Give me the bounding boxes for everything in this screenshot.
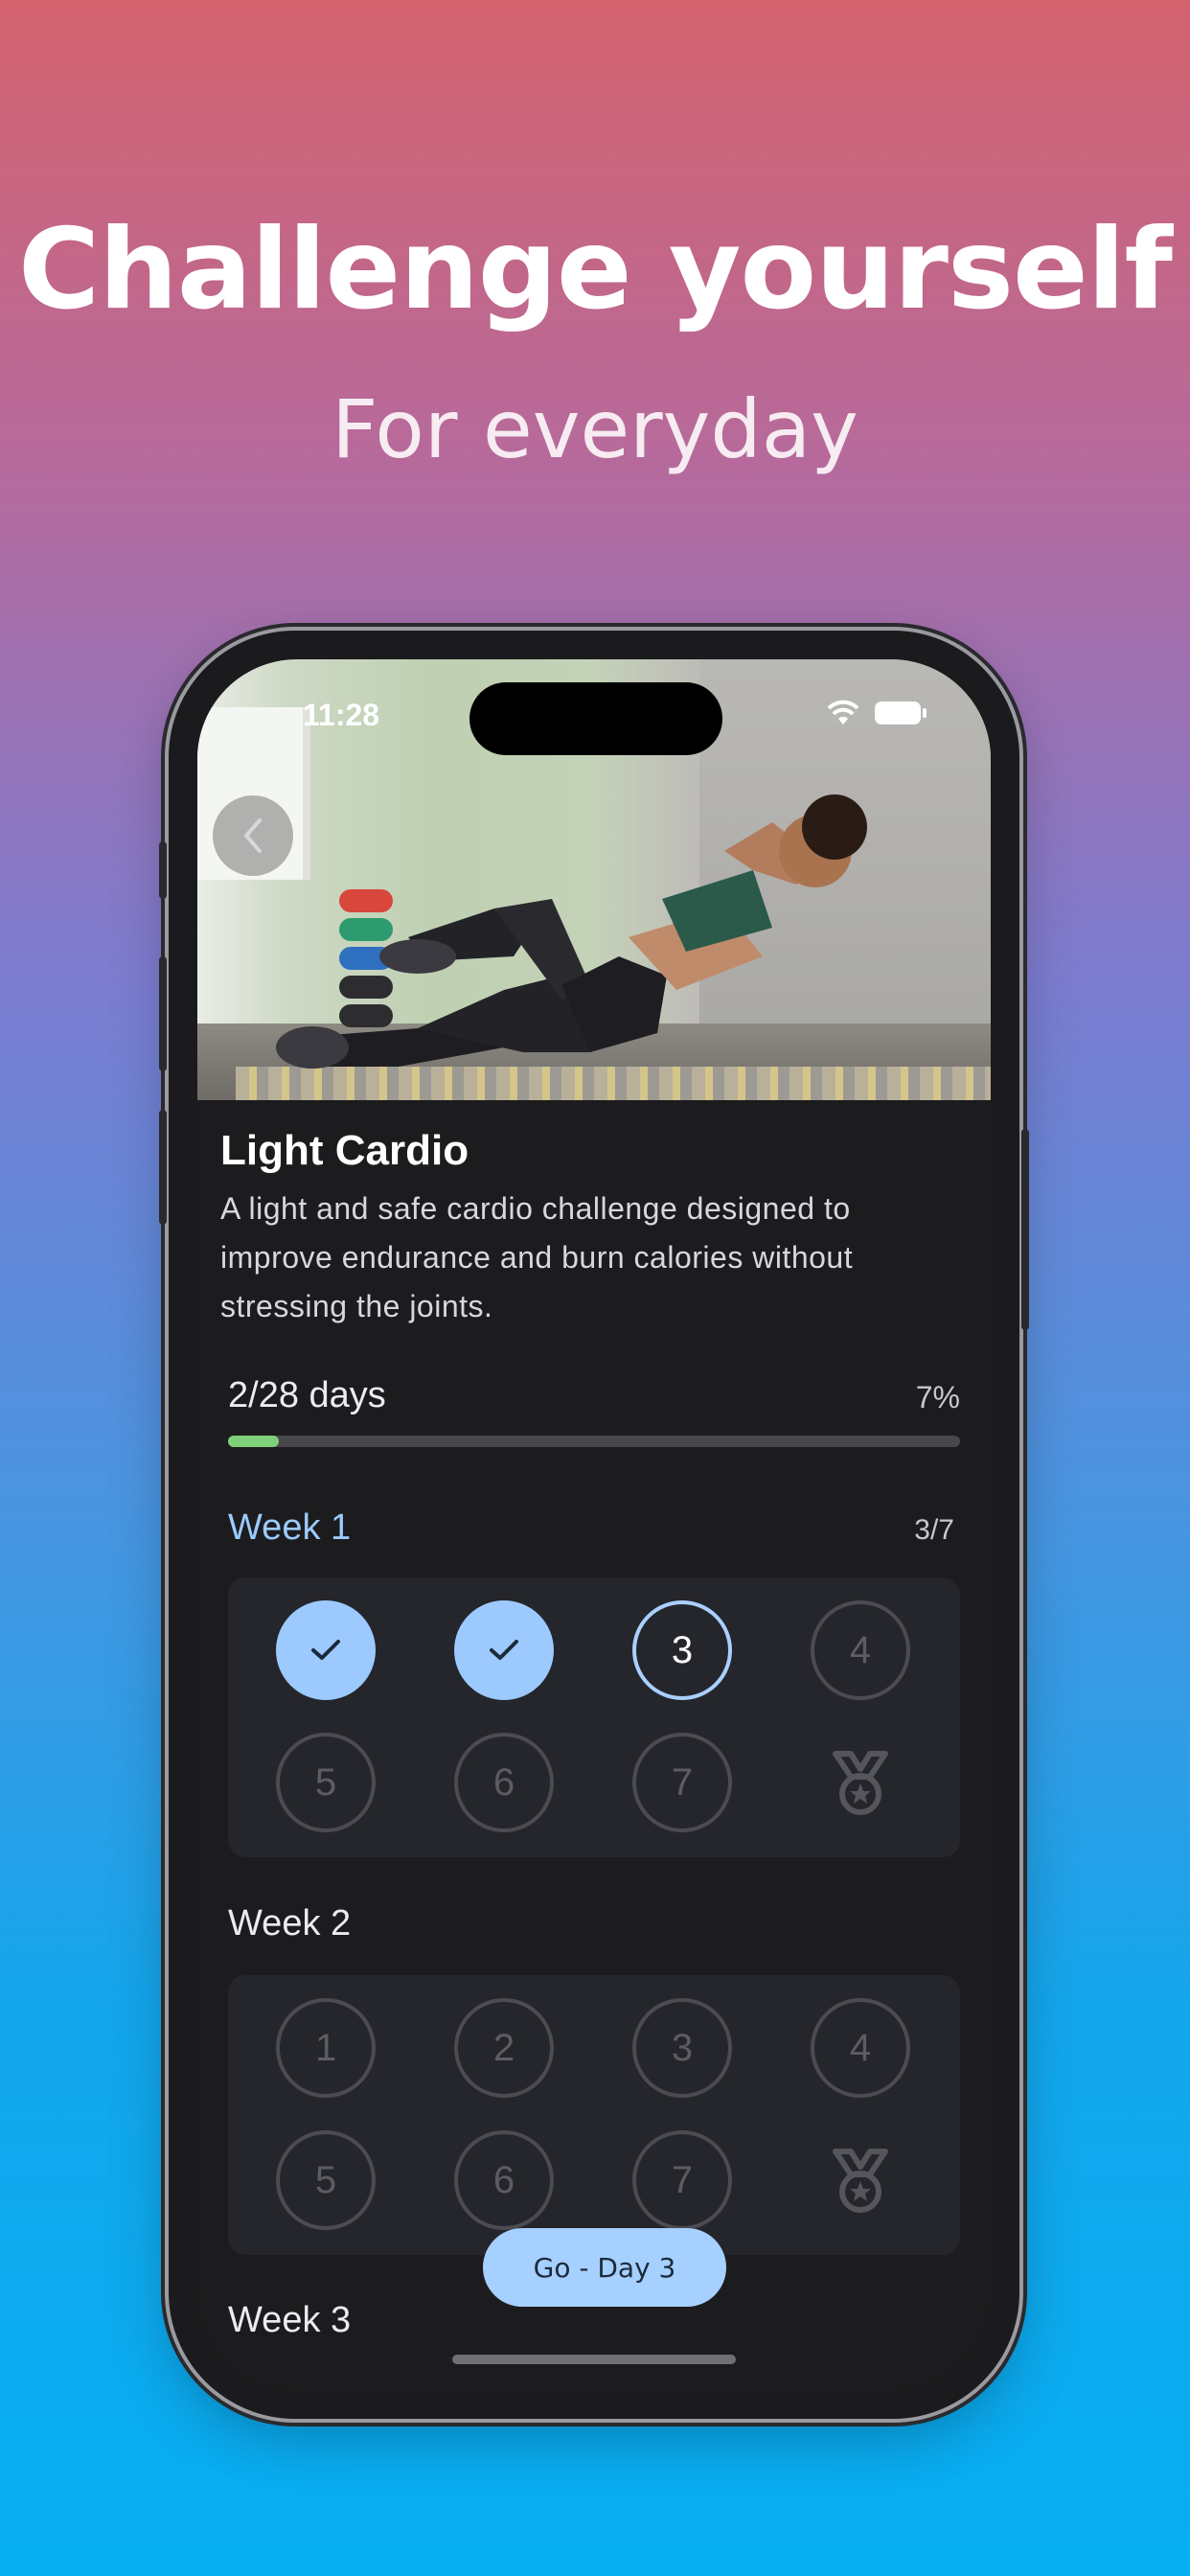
battery-icon	[875, 702, 927, 724]
challenge-title: Light Cardio	[220, 1127, 469, 1174]
day-6-button[interactable]: 6	[454, 2130, 554, 2230]
day-2-button[interactable]: 2	[454, 1998, 554, 2098]
status-time: 11:28	[303, 698, 380, 732]
week-reward-medal	[811, 2130, 910, 2230]
week-2-label: Week 2	[228, 1903, 352, 1944]
progress-days-label: 2/28 days	[228, 1375, 386, 1415]
app-screen: 11:28 Light Cardio A light and safe card…	[197, 659, 991, 2390]
day-number: 6	[492, 2158, 515, 2201]
week-2-grid: 1 2 3 4 5 6 7	[228, 1975, 960, 2255]
day-1-button[interactable]	[276, 1600, 376, 1700]
day-7-button[interactable]: 7	[632, 2130, 732, 2230]
volume-up-button	[159, 956, 167, 1071]
medal-icon	[833, 1751, 888, 1815]
day-3-button[interactable]: 3	[632, 1998, 732, 2098]
day-number: 6	[492, 1760, 515, 1804]
day-number: 7	[671, 1760, 694, 1804]
dynamic-island	[469, 682, 722, 755]
go-day-button[interactable]: Go - Day 3	[483, 2228, 726, 2307]
challenge-description: A light and safe cardio challenge design…	[220, 1191, 854, 1323]
day-number: 2	[492, 2026, 515, 2069]
day-4-button[interactable]: 4	[811, 1998, 910, 2098]
chevron-left-icon	[243, 818, 262, 853]
check-icon	[490, 1640, 518, 1660]
promo-headline: Challenge yourself	[18, 205, 1173, 334]
day-4-button[interactable]: 4	[811, 1600, 910, 1700]
day-number: 5	[314, 2158, 337, 2201]
athlete-figure	[276, 794, 867, 1069]
day-number: 4	[849, 1628, 872, 1671]
day-3-button[interactable]: 3	[632, 1600, 732, 1700]
status-icons	[826, 700, 927, 726]
day-5-button[interactable]: 5	[276, 1733, 376, 1832]
week-3-label: Week 3	[228, 2300, 352, 2340]
progress-bar	[228, 1436, 960, 1447]
day-6-button[interactable]: 6	[454, 1733, 554, 1832]
check-icon	[311, 1640, 340, 1660]
day-number: 1	[314, 2026, 337, 2069]
day-number: 3	[671, 1628, 694, 1671]
progress-percent-label: 7%	[915, 1380, 960, 1414]
week-reward-medal	[811, 1733, 910, 1832]
day-number: 5	[314, 1760, 337, 1804]
promo-subline: For everyday	[332, 382, 858, 476]
day-2-button[interactable]	[454, 1600, 554, 1700]
power-button	[1021, 1129, 1029, 1330]
back-button[interactable]	[213, 795, 293, 876]
home-indicator[interactable]	[452, 2355, 736, 2364]
wifi-icon	[827, 700, 859, 724]
week-1-count: 3/7	[914, 1514, 954, 1546]
day-5-button[interactable]: 5	[276, 2130, 376, 2230]
week-1-grid: 3 4 5 6 7	[228, 1577, 960, 1857]
day-1-button[interactable]: 1	[276, 1998, 376, 2098]
medal-icon	[833, 2149, 888, 2213]
day-number: 3	[671, 2026, 694, 2069]
day-7-button[interactable]: 7	[632, 1733, 732, 1832]
phone-frame: 11:28 Light Cardio A light and safe card…	[159, 631, 1029, 2419]
mute-switch	[159, 841, 167, 899]
volume-down-button	[159, 1110, 167, 1225]
day-number: 4	[849, 2026, 872, 2069]
week-1-label: Week 1	[228, 1507, 352, 1548]
progress-bar-fill	[228, 1436, 280, 1447]
day-number: 7	[671, 2158, 694, 2201]
